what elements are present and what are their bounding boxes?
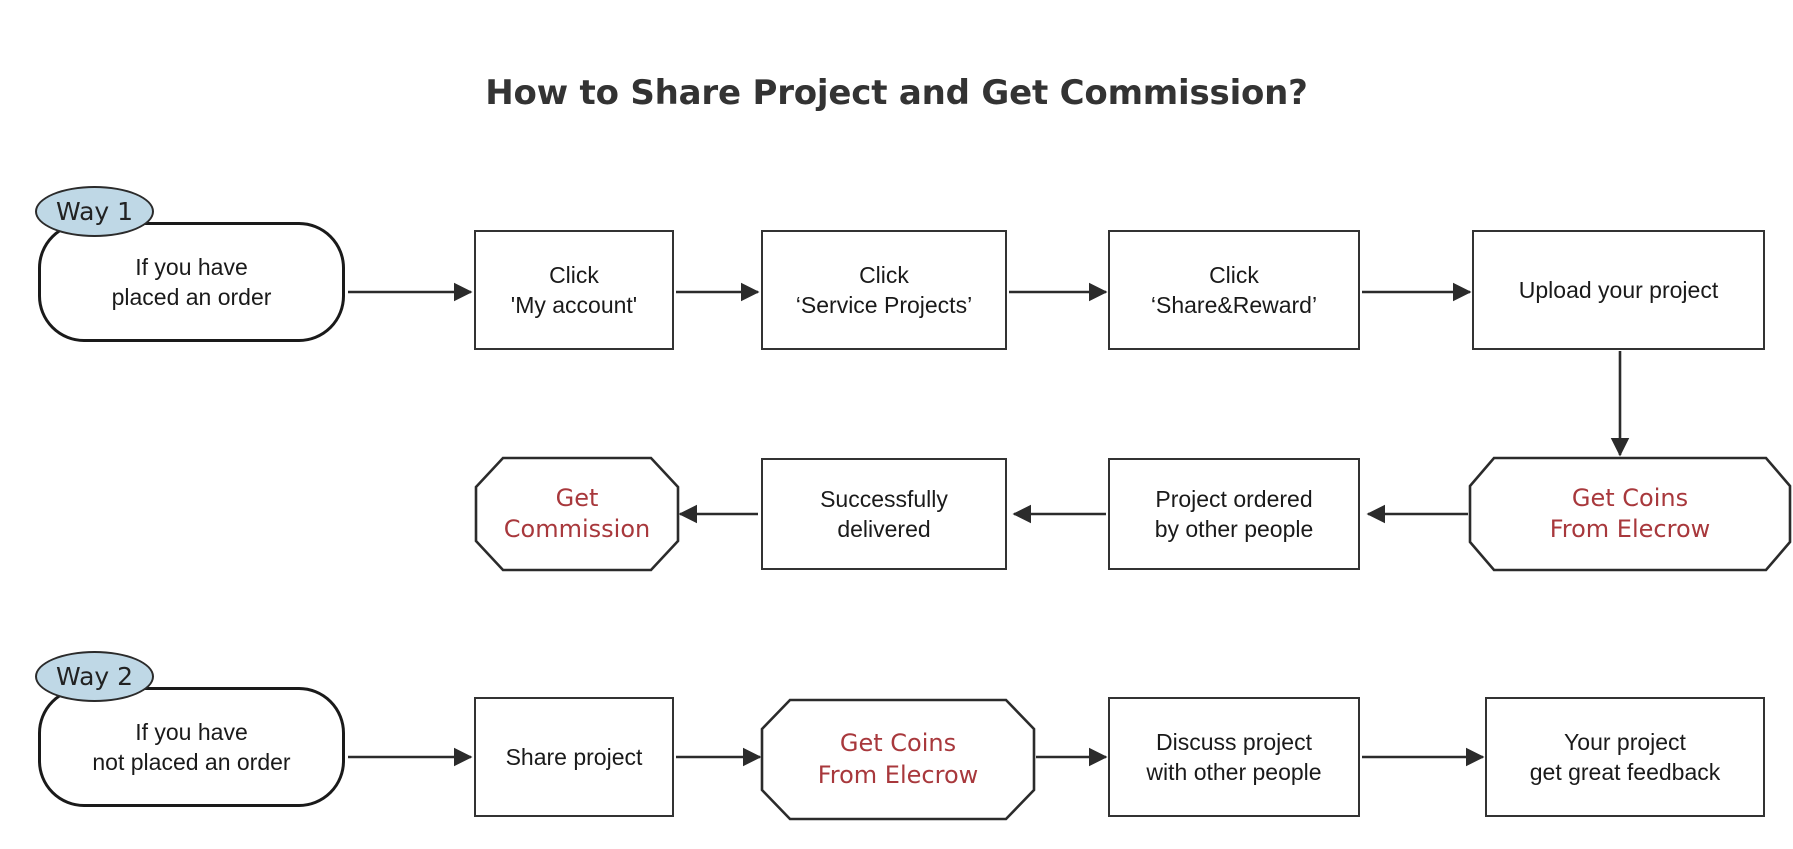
node-get-coins-from-elecrow-2[interactable]: Get Coins From Elecrow (762, 700, 1034, 819)
node-if-placed-order-line2: placed an order (111, 284, 272, 310)
node-get-coins-2-line1: Get Coins (839, 729, 957, 758)
badge-way-1-label: Way 1 (55, 197, 134, 226)
node-great-feedback[interactable]: Your project get great feedback (1485, 697, 1765, 817)
node-get-coins-2-line2: From Elecrow (817, 760, 979, 789)
node-discuss-project[interactable]: Discuss project with other people (1108, 697, 1360, 817)
node-click-share-reward-line1: Click (1209, 261, 1259, 288)
node-project-ordered-by-other-people[interactable]: Project ordered by other people (1108, 458, 1360, 570)
badge-way-2: Way 2 (35, 651, 154, 702)
node-great-feedback-line2: get great feedback (1529, 759, 1721, 785)
node-project-ordered-line1: Project ordered (1155, 485, 1313, 512)
node-click-my-account-line1: Click (549, 261, 599, 288)
node-upload-your-project-line1: Upload your project (1518, 276, 1719, 303)
node-click-share-reward[interactable]: Click ‘Share&Reward’ (1108, 230, 1360, 350)
node-if-not-placed-order-line1: If you have (135, 718, 248, 745)
node-discuss-project-line2: with other people (1146, 759, 1322, 785)
node-successfully-delivered[interactable]: Successfully delivered (761, 458, 1007, 570)
node-great-feedback-line1: Your project (1564, 728, 1686, 755)
node-get-commission-line1: Get (555, 483, 599, 512)
node-share-project[interactable]: Share project (474, 697, 674, 817)
node-click-share-reward-line2: ‘Share&Reward’ (1150, 292, 1318, 318)
node-if-not-placed-order[interactable]: If you have not placed an order (38, 687, 345, 807)
node-if-not-placed-order-line2: not placed an order (92, 749, 291, 775)
node-share-project-line1: Share project (505, 743, 643, 770)
node-get-coins-1-line1: Get Coins (1571, 483, 1689, 512)
node-discuss-project-line1: Discuss project (1156, 728, 1312, 755)
node-get-coins-from-elecrow-1[interactable]: Get Coins From Elecrow (1470, 458, 1790, 570)
badge-way-1: Way 1 (35, 186, 154, 237)
node-if-placed-order-line1: If you have (135, 253, 248, 280)
node-successfully-delivered-line2: delivered (837, 516, 931, 542)
node-get-commission-line2: Commission (503, 515, 651, 543)
node-upload-your-project[interactable]: Upload your project (1472, 230, 1765, 350)
node-click-my-account-line2: 'My account' (510, 292, 638, 318)
node-click-my-account[interactable]: Click 'My account' (474, 230, 674, 350)
node-if-placed-order[interactable]: If you have placed an order (38, 222, 345, 342)
flowchart-canvas: How to Share Project and Get Commission? (0, 0, 1793, 849)
node-click-service-projects-line2: ‘Service Projects’ (795, 292, 973, 318)
node-get-coins-1-line2: From Elecrow (1549, 515, 1711, 543)
badge-way-2-label: Way 2 (55, 662, 134, 691)
node-successfully-delivered-line1: Successfully (820, 485, 948, 512)
node-click-service-projects[interactable]: Click ‘Service Projects’ (761, 230, 1007, 350)
node-get-commission[interactable]: Get Commission (476, 458, 678, 570)
node-project-ordered-line2: by other people (1154, 516, 1314, 542)
node-click-service-projects-line1: Click (859, 261, 909, 288)
